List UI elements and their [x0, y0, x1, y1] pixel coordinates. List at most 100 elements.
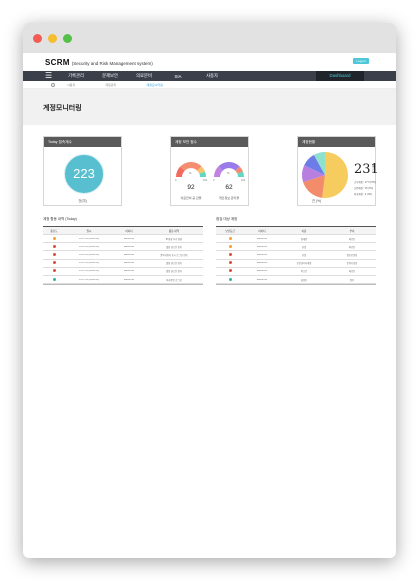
security-score-card: 계정 보안 점수 % 0 100 92 의료전비 공 관율 % 0 100 62…: [170, 136, 249, 206]
page-title-area: 계정모니터링: [23, 89, 396, 125]
table-row[interactable]: abcd4012 한빛 의료진: [216, 243, 376, 252]
app-subtitle: (Security and Risk Management system): [71, 60, 153, 66]
action-cell: 열람 권고된 접속: [165, 271, 183, 274]
breadcrumb-item[interactable]: 사용자: [67, 83, 75, 87]
account-pie-chart: [302, 152, 348, 198]
status-dot-icon: [52, 252, 56, 256]
status-cell: [43, 252, 65, 257]
main-nav: ☰ 기록관리 문제보안 의료문비 SIA 사용자 Dashboard: [23, 71, 396, 81]
table-header-row: 중요도 일시 아이디 활동 내역: [43, 227, 203, 235]
logout-button[interactable]: Logout: [353, 58, 369, 64]
browser-window: SCRM (Security and Risk Management syste…: [23, 23, 396, 558]
action-cell: IP변경 자기 변경: [165, 238, 183, 241]
close-window-button[interactable]: [33, 33, 42, 43]
nav-item-security[interactable]: 문제보안: [93, 73, 127, 79]
maximize-window-button[interactable]: [63, 33, 72, 43]
table-header-row: 보안등급 아이디 이름 부서: [216, 227, 376, 235]
today-access-card: Today 접속계수 223 건(미): [43, 136, 122, 206]
status-cell: [43, 261, 65, 265]
id-cell: abcd4012: [123, 278, 135, 281]
column-header[interactable]: 일시: [65, 229, 113, 233]
status-dot-icon: [228, 277, 232, 281]
table-row[interactable]: 14:07:01 (06/06/15) abcd4012 비사용된 로그인: [43, 276, 203, 285]
window-titlebar: [23, 23, 396, 53]
dept-cell: 원무: [349, 279, 355, 282]
check-table-title: 점검 대상 계정: [216, 217, 376, 227]
home-icon[interactable]: [51, 82, 55, 87]
column-header[interactable]: 보안등급: [216, 229, 244, 233]
column-header[interactable]: 활동 내역: [145, 229, 203, 233]
dept-cell: 의료진: [348, 271, 356, 274]
column-header[interactable]: 부서: [328, 229, 376, 233]
status-cell: [216, 261, 244, 265]
activity-table-title: 계정 활동 내역 (Today): [43, 217, 203, 227]
id-cell: abcd4012: [256, 262, 268, 265]
app-logo[interactable]: SCRM: [45, 58, 70, 67]
status-dot-icon: [52, 236, 56, 240]
breadcrumb-item[interactable]: 계정관리: [105, 83, 116, 87]
left-gauge-caption: 의료전비 공 관율: [180, 196, 202, 200]
column-header[interactable]: 이름: [280, 229, 328, 233]
account-total-unit: 총 건: [372, 164, 375, 172]
status-cell: [43, 244, 65, 249]
activity-table: 계정 활동 내역 (Today) 중요도 일시 아이디 활동 내역 14:07:…: [43, 217, 203, 286]
status-dot-icon: [228, 261, 232, 265]
time-cell: 14:07:01 (06/06/15): [78, 262, 100, 265]
nav-item-users[interactable]: 사용자: [195, 73, 229, 79]
nav-item-sia[interactable]: SIA: [161, 74, 195, 79]
table-row[interactable]: 14:07:01 (06/06/15) abcd4012 열람 권고된 접속: [43, 260, 203, 268]
table-row[interactable]: abcd4012 정재민 의료진: [216, 235, 376, 244]
status-dot-icon: [52, 244, 56, 248]
nav-item-medical[interactable]: 의료문비: [127, 73, 161, 79]
status-caption: 건 (%): [311, 199, 322, 203]
legend-item: 근무계정 : 177 (67%): [354, 181, 376, 184]
id-cell: abcd4012: [123, 237, 135, 240]
status-cell: [216, 244, 244, 249]
right-gauge-min: 0: [213, 179, 215, 182]
action-cell: 열람 권고된 접속: [165, 263, 183, 266]
nav-item-dashboard[interactable]: Dashboard: [316, 71, 364, 81]
status-cell: [216, 236, 244, 241]
table-row[interactable]: abcd4012 홍길동 원무: [216, 276, 376, 285]
time-cell: 14:07:01 (06/06/15): [78, 237, 100, 240]
column-header[interactable]: 아이디: [244, 229, 280, 233]
status-dot-icon: [52, 269, 56, 273]
status-cell: [43, 236, 65, 241]
status-cell: [43, 269, 65, 273]
table-row[interactable]: abcd4012 한빛 정보보안팀: [216, 251, 376, 260]
time-cell: 14:07:01 (06/06/15): [78, 278, 100, 281]
check-rows: abcd4012 정재민 의료진 abcd4012 한빛 의료진 abcd4012 한빛 정보보…: [216, 235, 376, 285]
table-row[interactable]: 14:07:01 (06/06/15) abcd4012 IP변경 자기 변경: [43, 235, 203, 244]
left-gauge-min: 0: [175, 179, 177, 182]
table-row[interactable]: 14:07:01 (06/06/15) abcd4012 열람 권고된 접속: [43, 243, 203, 252]
column-header[interactable]: 중요도: [43, 229, 65, 233]
table-row[interactable]: 14:07:01 (06/06/15) abcd4012 중복사용자 동시 로그인 …: [43, 251, 203, 260]
legend-item: 퇴사계정 : 2 (1%): [354, 193, 372, 196]
action-cell: 열람 권고된 접속: [165, 246, 183, 249]
table-row[interactable]: abcd4012 박소은 의료진: [216, 268, 376, 276]
name-cell: 박소은: [300, 271, 308, 274]
dept-cell: 운영기획팀: [346, 263, 358, 266]
table-row[interactable]: 14:07:01 (06/06/15) abcd4012 열람 권고된 접속: [43, 268, 203, 276]
today-caption: 건(미): [78, 199, 87, 203]
time-cell: 14:07:01 (06/06/15): [78, 253, 100, 256]
account-total: 231: [354, 162, 379, 177]
card-title: 계정 보안 점수: [171, 137, 248, 147]
activity-rows: 14:07:01 (06/06/15) abcd4012 IP변경 자기 변경 14:…: [43, 235, 203, 285]
column-header[interactable]: 아이디: [113, 229, 145, 233]
name-cell: 홍길동: [300, 279, 308, 282]
status-dot-icon: [228, 252, 232, 256]
table-row[interactable]: abcd4012 보안관리자계정 운영기획팀: [216, 260, 376, 268]
menu-icon[interactable]: ☰: [45, 71, 59, 81]
id-cell: abcd4012: [256, 270, 268, 273]
dashboard-content: Today 접속계수 223 건(미) 계정 보안 점수 % 0 100 92 …: [23, 136, 396, 286]
name-cell: 보안관리자계정: [296, 263, 312, 266]
status-dot-icon: [228, 244, 232, 248]
card-title: 계정현황: [298, 137, 375, 147]
minimize-window-button[interactable]: [48, 33, 57, 43]
time-cell: 14:07:01 (06/06/15): [78, 245, 100, 248]
action-cell: 비사용된 로그인: [166, 279, 182, 282]
name-cell: 한빛: [301, 246, 307, 249]
nav-item-records[interactable]: 기록관리: [59, 73, 93, 79]
status-cell: [216, 277, 244, 282]
